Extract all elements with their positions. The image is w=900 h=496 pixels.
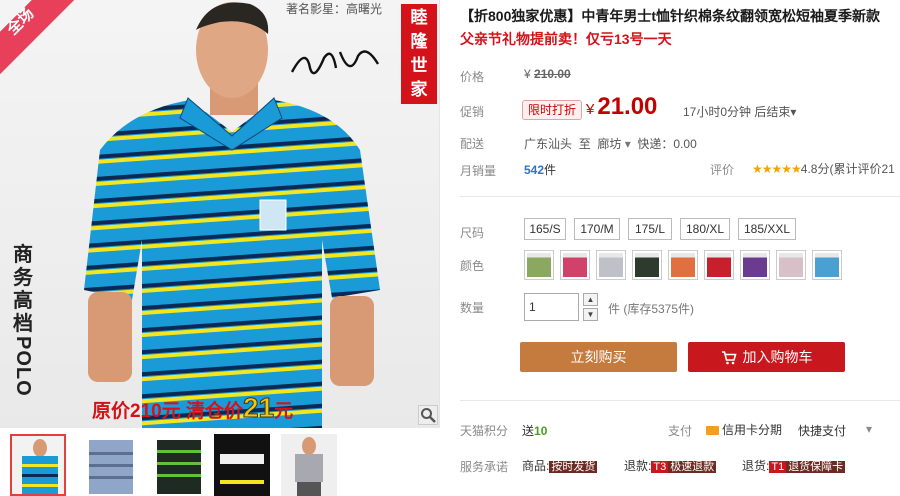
chevron-down-icon: ▾ [790,105,797,119]
celebrity-signature [290,50,380,75]
service-return[interactable]: 退货: T1 退货保障卡 [742,457,846,474]
size-option[interactable]: 185/XXL [738,218,796,240]
promo-countdown: 17小时0分钟 后结束▾ [683,105,797,119]
buy-now-button[interactable]: 立刻购买 [520,342,677,372]
add-to-cart-button[interactable]: 加入购物车 [688,342,845,372]
credit-card-icon [706,426,719,435]
size-label: 尺码 [460,226,485,240]
swatch-image [563,253,587,277]
brand-label: 睦隆世家 [401,4,437,104]
list-price: ¥ 210.00 [524,67,571,81]
color-label: 颜色 [460,259,485,273]
product-title: 【折800独家优惠】中青年男士t恤针织棉条纹翻领宽松短袖夏季新款 [460,8,881,24]
color-swatch[interactable] [668,250,698,280]
points-label: 天猫积分 [460,424,509,438]
size-option[interactable]: 175/L [628,218,672,240]
rating-label: 评价 [710,163,735,177]
stock-info: 件 (库存5375件) [608,302,695,316]
star-rating-icon: ★★★★★ [752,162,802,176]
size-option[interactable]: 165/S [524,218,566,240]
swatch-image [779,253,803,277]
promo-tag: 限时打折 [522,100,583,120]
swatch-image [599,253,623,277]
quick-pay[interactable]: 快捷支付 [798,422,846,439]
product-gallery: 全场 著名影星：高曙光 睦隆世家 商务高档 POLO 原价210元 清仓价21元 [0,0,440,496]
divider [460,400,900,401]
size-option[interactable]: 170/M [574,218,620,240]
color-swatch[interactable] [596,250,626,280]
celebrity-caption: 著名影星：高曙光 [286,2,383,16]
list-price-label: 价格 [460,70,485,84]
shipping-info: 广东汕头 至 廊坊 快递：0.00 [524,135,697,152]
quantity-input[interactable] [524,293,579,321]
quantity-increase-icon[interactable]: ▲ [583,293,598,306]
monthly-sales-count: 542件 [524,163,557,177]
thumbnail-1[interactable] [10,434,66,496]
thumbnail-strip [0,430,440,496]
thumbnail-5[interactable] [281,434,337,496]
service-refund[interactable]: 退款: T3 极速退款 [624,457,717,474]
service-label: 服务承诺 [460,460,509,474]
size-option[interactable]: 180/XL [680,218,730,240]
chevron-down-icon[interactable]: ▾ [866,422,872,436]
thumbnail-3[interactable] [151,434,207,496]
credit-card-installment[interactable]: 信用卡分期 [706,421,782,438]
color-swatch[interactable] [560,250,590,280]
color-swatch[interactable] [704,250,734,280]
thumbnail-2[interactable] [83,434,139,496]
main-product-image[interactable]: 全场 著名影星：高曙光 睦隆世家 商务高档 POLO 原价210元 清仓价21元 [0,0,440,428]
quantity-label: 数量 [460,301,485,315]
swatch-image [671,253,695,277]
quantity-decrease-icon[interactable]: ▼ [583,308,598,321]
promo-price: ¥21.00 [586,93,658,120]
magnifier-icon[interactable] [418,405,438,425]
swatch-image [815,253,839,277]
thumbnail-4[interactable] [214,434,270,496]
promo-label: 促销 [460,105,485,119]
color-swatch[interactable] [740,250,770,280]
rating-summary[interactable]: ★★★★★4.8分(累计评价21 [752,160,900,177]
product-info-panel: 【折800独家优惠】中青年男士t恤针织棉条纹翻领宽松短袖夏季新款 父亲节礼物提前… [448,0,900,496]
swatch-image [743,253,767,277]
shipping-label: 配送 [460,137,485,151]
service-goods[interactable]: 商品: 按时发货 [522,457,598,474]
swatch-image [707,253,731,277]
points-value: 送10 [522,424,548,438]
color-swatch[interactable] [524,250,554,280]
payment-label: 支付 [668,424,693,438]
color-swatch[interactable] [812,250,842,280]
color-swatch[interactable] [632,250,662,280]
cart-icon [721,351,737,365]
monthly-sales-label: 月销量 [460,164,497,178]
swatch-image [635,253,659,277]
destination-select[interactable]: 廊坊 [597,137,630,151]
price-banner: 原价210元 清仓价21元 [92,392,294,424]
color-swatch[interactable] [776,250,806,280]
swatch-image [527,253,551,277]
product-subtitle: 父亲节礼物提前卖！仅亏13号一天 [460,31,672,47]
vertical-slogan: 商务高档 POLO [12,244,34,397]
divider [460,196,900,197]
